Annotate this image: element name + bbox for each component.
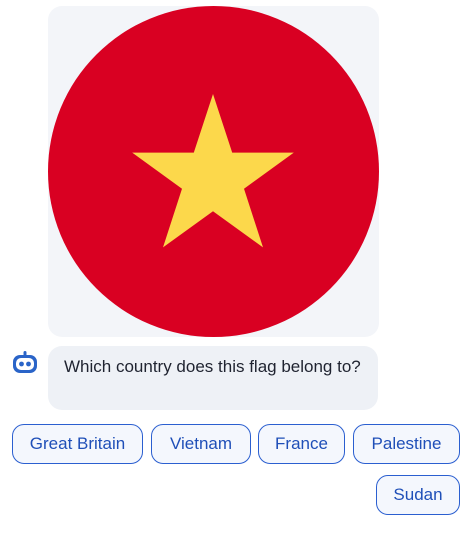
robot-avatar-icon	[12, 350, 38, 376]
answer-great-britain-button[interactable]: Great Britain	[12, 424, 143, 464]
answer-france-button[interactable]: France	[258, 424, 345, 464]
answer-vietnam-button[interactable]: Vietnam	[151, 424, 251, 464]
vietnam-flag-icon	[48, 6, 379, 337]
answer-palestine-button[interactable]: Palestine	[353, 424, 460, 464]
bot-message-bubble: Which country does this flag belong to?	[48, 346, 378, 410]
chat-stage: Which country does this flag belong to? …	[0, 0, 474, 536]
answer-sudan-button[interactable]: Sudan	[376, 475, 460, 515]
flag-image-card	[48, 6, 379, 337]
bot-message-text: Which country does this flag belong to?	[64, 357, 361, 376]
